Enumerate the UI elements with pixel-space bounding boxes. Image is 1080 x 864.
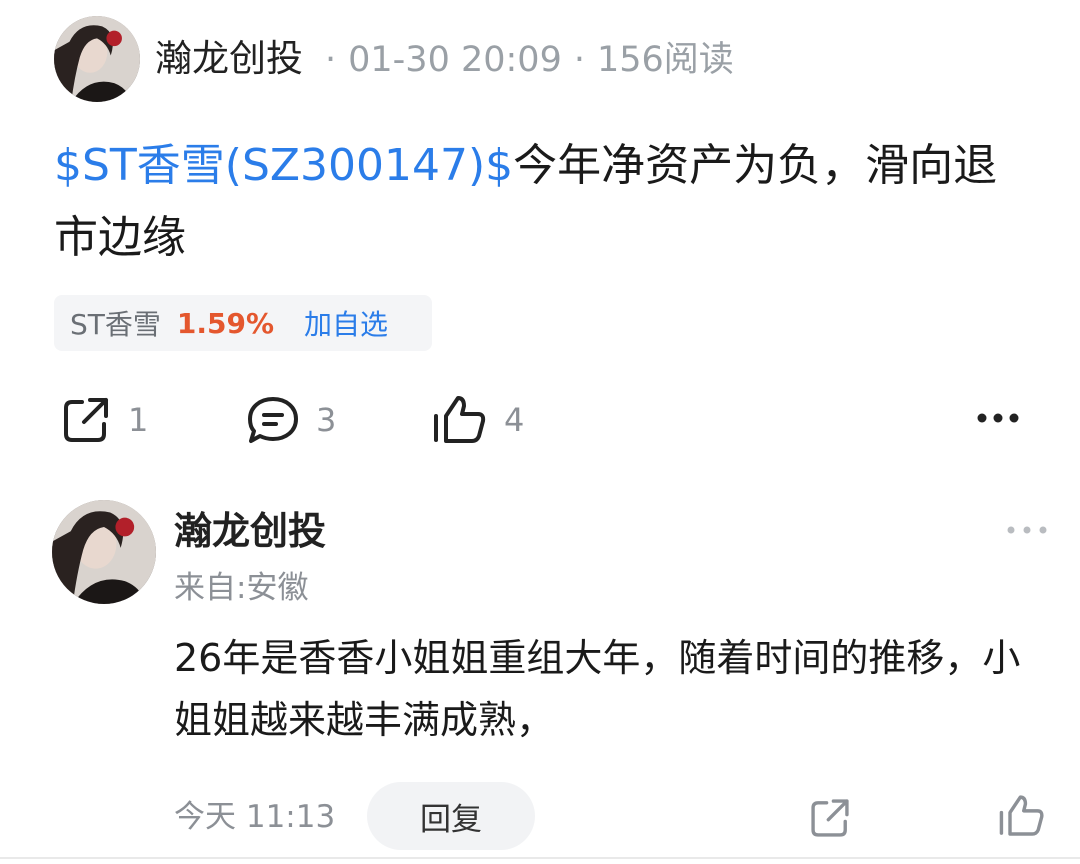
stock-chip[interactable]: ST香雪 1.59% 加自选: [54, 295, 432, 351]
comment-icon: [248, 397, 298, 443]
comment-button[interactable]: 3: [246, 394, 336, 446]
post-author-name[interactable]: 瀚龙创投: [155, 37, 303, 80]
comment-body: 26年是香香小姐姐重组大年，随着时间的推移，小姐姐越来越丰满成熟，: [174, 636, 1021, 742]
stock-link[interactable]: $ST香雪(SZ300147)$: [54, 140, 513, 191]
post-date: 01-30 20:09: [348, 40, 562, 80]
avatar-image: [52, 500, 156, 604]
bottom-divider: [0, 857, 1080, 859]
comment-count: 3: [316, 401, 337, 439]
more-options-button[interactable]: [975, 401, 1021, 439]
comment-more-button[interactable]: [1004, 520, 1050, 544]
like-count: 4: [504, 401, 525, 439]
thumbs-up-icon: [999, 795, 1044, 836]
meta-separator: ·: [325, 40, 337, 80]
comment-location: 来自:安徽: [174, 570, 309, 606]
comment-author-avatar[interactable]: [52, 500, 156, 604]
comment-author-name[interactable]: 瀚龙创投: [174, 505, 326, 557]
stock-name: ST香雪: [70, 308, 161, 341]
reply-button[interactable]: 回复: [367, 782, 535, 850]
comment-share-button[interactable]: [808, 796, 852, 844]
post-read-count: 156阅读: [596, 40, 734, 80]
post-meta: 瀚龙创投 · 01-30 20:09 · 156阅读: [155, 34, 734, 85]
meta-separator: ·: [573, 40, 585, 80]
comment-like-button[interactable]: [998, 793, 1046, 843]
avatar-image: [54, 16, 140, 102]
share-count: 1: [128, 401, 149, 439]
share-icon: [64, 398, 108, 442]
add-watchlist-button[interactable]: 加自选: [304, 303, 388, 343]
like-button[interactable]: 4: [432, 394, 524, 446]
post-author-avatar[interactable]: [54, 16, 140, 102]
ellipsis-icon: [1007, 526, 1047, 534]
share-button[interactable]: 1: [60, 394, 148, 446]
stock-change: 1.59%: [176, 306, 275, 340]
thumbs-up-icon: [434, 396, 486, 443]
post-title: $ST香雪(SZ300147)$今年净资产为负，滑向退市边缘: [54, 130, 1014, 274]
share-icon: [811, 799, 849, 837]
ellipsis-icon: [977, 413, 1019, 423]
comment-time: 今天 11:13: [174, 799, 336, 835]
